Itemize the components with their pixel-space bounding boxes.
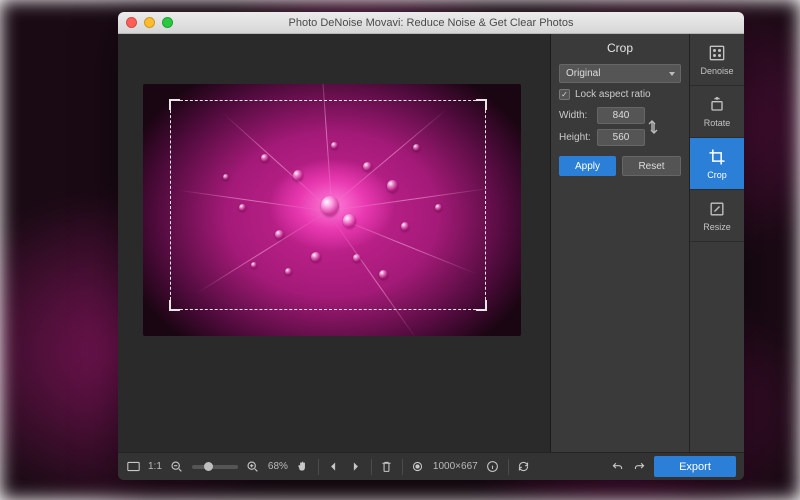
window-controls	[126, 17, 173, 28]
height-input[interactable]: 560	[597, 129, 645, 146]
export-button[interactable]: Export	[654, 456, 736, 477]
zoom-in-button[interactable]	[246, 460, 260, 474]
minimize-window-button[interactable]	[144, 17, 155, 28]
width-input[interactable]: 840	[597, 107, 645, 124]
fit-screen-button[interactable]	[126, 460, 140, 474]
lock-aspect-row: ✓ Lock aspect ratio	[559, 89, 681, 100]
swap-icon	[645, 119, 661, 135]
tool-denoise[interactable]: Denoise	[690, 34, 744, 86]
height-label: Height:	[559, 132, 597, 143]
delete-button[interactable]	[380, 460, 394, 474]
lock-aspect-label: Lock aspect ratio	[575, 89, 651, 100]
undo-button[interactable]	[610, 460, 624, 474]
tool-crop-label: Crop	[707, 170, 727, 180]
info-button[interactable]	[486, 460, 500, 474]
image-dimensions-label: 1000×667	[433, 461, 478, 472]
crop-panel: Crop Original ✓ Lock aspect ratio Width:…	[551, 34, 690, 452]
bottom-bar: 1:1 68% 1000×667 Export	[118, 452, 744, 480]
redo-button[interactable]	[632, 460, 646, 474]
reset-button[interactable]: Reset	[622, 156, 681, 176]
tool-resize[interactable]: Resize	[690, 190, 744, 242]
aspect-ratio-select[interactable]: Original	[559, 64, 681, 83]
zoom-out-button[interactable]	[170, 460, 184, 474]
app-window: Photo DeNoise Movavi: Reduce Noise & Get…	[118, 12, 744, 480]
window-title: Photo DeNoise Movavi: Reduce Noise & Get…	[118, 17, 744, 29]
titlebar: Photo DeNoise Movavi: Reduce Noise & Get…	[118, 12, 744, 34]
refresh-button[interactable]	[517, 460, 531, 474]
close-window-button[interactable]	[126, 17, 137, 28]
next-button[interactable]	[349, 460, 363, 474]
tool-resize-label: Resize	[703, 222, 731, 232]
zoom-slider[interactable]	[192, 465, 238, 469]
panel-title: Crop	[551, 34, 689, 64]
width-label: Width:	[559, 110, 597, 121]
app-body: Crop Original ✓ Lock aspect ratio Width:…	[118, 34, 744, 452]
hand-tool-button[interactable]	[296, 460, 310, 474]
rotate-icon	[707, 95, 727, 115]
swap-dimensions-button[interactable]	[645, 111, 661, 143]
resize-icon	[707, 199, 727, 219]
aspect-ratio-value: Original	[566, 68, 600, 79]
tool-strip: Denoise Rotate Crop Resize	[690, 34, 744, 452]
canvas-area[interactable]	[118, 34, 550, 452]
tool-denoise-label: Denoise	[700, 66, 733, 76]
zoom-1to1-button[interactable]: 1:1	[148, 461, 162, 472]
crop-icon	[707, 147, 727, 167]
lock-aspect-checkbox[interactable]: ✓	[559, 89, 570, 100]
compare-button[interactable]	[411, 460, 425, 474]
photo-preview	[143, 84, 521, 336]
zoom-window-button[interactable]	[162, 17, 173, 28]
zoom-percent-label: 68%	[268, 461, 288, 472]
tool-crop[interactable]: Crop	[690, 138, 744, 190]
tool-rotate-label: Rotate	[704, 118, 731, 128]
denoise-icon	[707, 43, 727, 63]
prev-button[interactable]	[327, 460, 341, 474]
apply-button[interactable]: Apply	[559, 156, 616, 176]
tool-rotate[interactable]: Rotate	[690, 86, 744, 138]
